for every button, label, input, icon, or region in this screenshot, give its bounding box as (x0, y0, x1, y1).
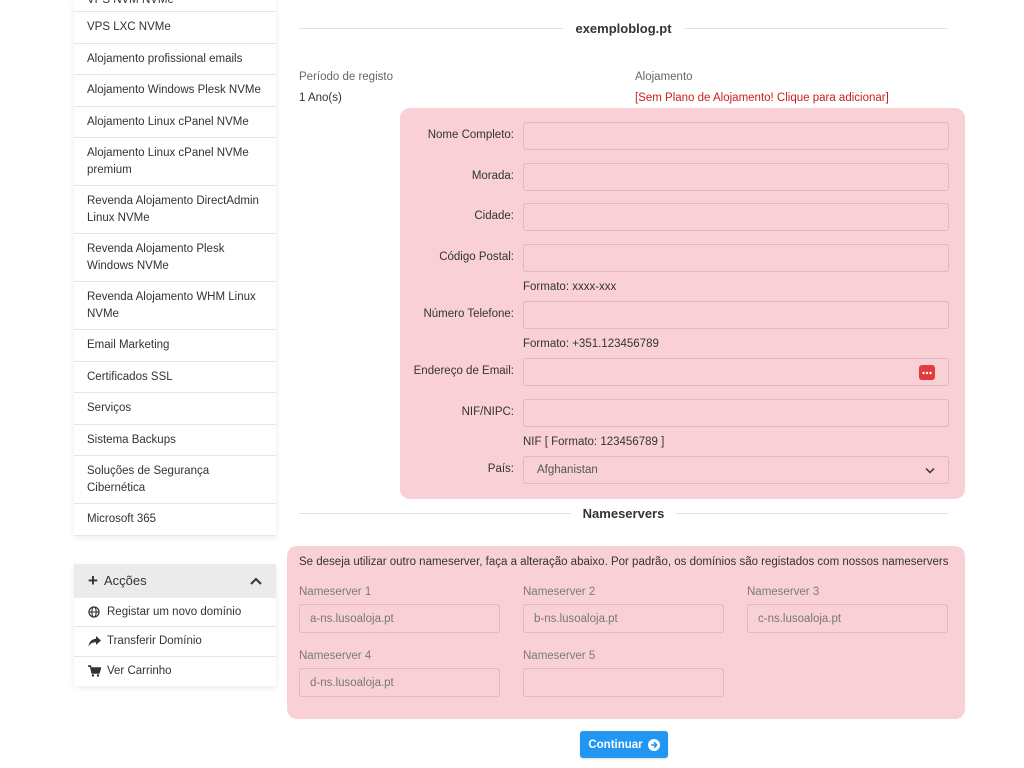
sidebar-item-microsoft-365[interactable]: Microsoft 365 (74, 504, 276, 536)
postcode-label: Código Postal: (439, 251, 514, 263)
share-arrow-icon (87, 635, 101, 647)
nameserver-3: Nameserver 3 c-ns.lusoaloja.pt (747, 586, 948, 633)
sidebar-item-ssl[interactable]: Certificados SSL (74, 362, 276, 393)
sidebar-item-linux-cpanel-premium[interactable]: Alojamento Linux cPanel NVMe premium (74, 138, 276, 186)
continue-button[interactable]: Continuar (580, 731, 668, 758)
full-name-label: Nome Completo: (427, 129, 514, 141)
sidebar-item-backups[interactable]: Sistema Backups (74, 425, 276, 456)
nameserver-1: Nameserver 1 a-ns.lusoaloja.pt (299, 586, 500, 633)
nif-label: NIF/NIPC: (461, 406, 514, 418)
transfer-domain-link[interactable]: Transferir Domínio (74, 627, 276, 657)
sidebar-item-reseller-plesk[interactable]: Revenda Alojamento Plesk Windows NVMe (74, 234, 276, 282)
divider (299, 27, 564, 29)
actions-panel: + Acções Registar um novo domínio Transf… (74, 563, 276, 687)
phone-label: Número Telefone: (423, 308, 514, 320)
phone-input[interactable] (523, 301, 949, 329)
city-input[interactable] (523, 203, 949, 231)
nif-help: NIF [ Formato: 123456789 ] (523, 436, 665, 448)
transfer-domain-label: Transferir Domínio (107, 635, 202, 648)
chevron-down-icon (925, 467, 935, 474)
domain-name: exemploblog.pt (575, 20, 672, 36)
plus-icon: + (88, 571, 98, 590)
globe-icon (87, 606, 101, 618)
nameserver-2: Nameserver 2 b-ns.lusoaloja.pt (523, 586, 724, 633)
period-value: 1 Ano(s) (299, 92, 342, 104)
nameserver-2-input[interactable]: b-ns.lusoaloja.pt (523, 604, 724, 633)
sidebar-item-vps-nvm[interactable]: VPS NVM NVMe (74, 0, 276, 12)
actions-header[interactable]: + Acções (74, 563, 276, 598)
city-label: Cidade: (474, 210, 514, 222)
actions-title: Acções (103, 573, 147, 588)
email-label: Endereço de Email: (413, 365, 514, 377)
hosting-label: Alojamento (635, 71, 693, 83)
nameserver-1-input[interactable]: a-ns.lusoaloja.pt (299, 604, 500, 633)
view-cart-link[interactable]: Ver Carrinho (74, 657, 276, 687)
registrant-form: Nome Completo: Morada: Cidade: Código Po… (400, 108, 965, 499)
divider (299, 512, 571, 514)
nameservers-heading: Nameservers (299, 503, 948, 523)
postcode-help: Formato: xxxx-xxx (523, 281, 617, 293)
divider (683, 27, 948, 29)
add-hosting-link[interactable]: [Sem Plano de Alojamento! Clique para ad… (635, 92, 889, 104)
view-cart-label: Ver Carrinho (107, 665, 172, 678)
nameserver-5-label: Nameserver 5 (523, 650, 596, 662)
chevron-up-icon[interactable] (250, 577, 262, 585)
nameserver-1-label: Nameserver 1 (299, 586, 372, 598)
sidebar-item-vps-lxc[interactable]: VPS LXC NVMe (74, 12, 276, 44)
nameserver-2-label: Nameserver 2 (523, 586, 596, 598)
nameserver-4: Nameserver 4 d-ns.lusoaloja.pt (299, 650, 500, 697)
sidebar-item-services[interactable]: Serviços (74, 393, 276, 425)
register-domain-label: Registar um novo domínio (107, 605, 242, 618)
hosting-info: Alojamento [Sem Plano de Alojamento! Cli… (635, 71, 889, 104)
country-label: País: (487, 463, 514, 475)
email-input[interactable] (523, 358, 949, 386)
nif-input[interactable] (523, 399, 949, 427)
arrow-right-circle-icon (647, 738, 660, 751)
nameserver-3-input[interactable]: c-ns.lusoaloja.pt (747, 604, 948, 633)
nameservers-panel: Se deseja utilizar outro nameserver, faç… (287, 546, 965, 719)
sidebar-item-reseller-whm[interactable]: Revenda Alojamento WHM Linux NVMe (74, 282, 276, 330)
sidebar-item-professional-emails[interactable]: Alojamento profissional emails (74, 44, 276, 75)
address-input[interactable] (523, 163, 949, 191)
full-name-input[interactable] (523, 122, 949, 150)
period-label: Período de registo (299, 71, 393, 83)
postcode-input[interactable] (523, 244, 949, 272)
country-select[interactable]: Afghanistan (523, 456, 949, 484)
sidebar-item-reseller-directadmin[interactable]: Revenda Alojamento DirectAdmin Linux NVM… (74, 186, 276, 234)
sidebar-item-windows-plesk[interactable]: Alojamento Windows Plesk NVMe (74, 75, 276, 107)
nameserver-3-label: Nameserver 3 (747, 586, 820, 598)
domain-heading: exemploblog.pt (299, 18, 948, 38)
continue-label: Continuar (588, 738, 643, 751)
registration-period: Período de registo 1 Ano(s) (299, 71, 393, 104)
phone-help: Formato: +351.123456789 (523, 338, 659, 350)
country-value: Afghanistan (537, 464, 598, 476)
sidebar-item-linux-cpanel[interactable]: Alojamento Linux cPanel NVMe (74, 107, 276, 138)
nameserver-5: Nameserver 5 (523, 650, 724, 697)
nameservers-description: Se deseja utilizar outro nameserver, faç… (299, 556, 949, 568)
cart-icon (87, 665, 101, 677)
sidebar-item-email-marketing[interactable]: Email Marketing (74, 330, 276, 362)
nameserver-4-label: Nameserver 4 (299, 650, 372, 662)
divider (676, 512, 948, 514)
address-label: Morada: (471, 170, 514, 182)
sidebar-item-cybersecurity[interactable]: Soluções de Segurança Cibernética (74, 456, 276, 504)
nameserver-4-input[interactable]: d-ns.lusoaloja.pt (299, 668, 500, 697)
register-domain-link[interactable]: Registar um novo domínio (74, 598, 276, 627)
password-manager-icon[interactable] (919, 365, 935, 380)
sidebar: VPS NVM NVMe VPS LXC NVMe Alojamento pro… (74, 0, 276, 686)
nameservers-title: Nameservers (582, 505, 665, 521)
product-category-list: VPS NVM NVMe VPS LXC NVMe Alojamento pro… (74, 0, 276, 536)
nameserver-5-input[interactable] (523, 668, 724, 697)
